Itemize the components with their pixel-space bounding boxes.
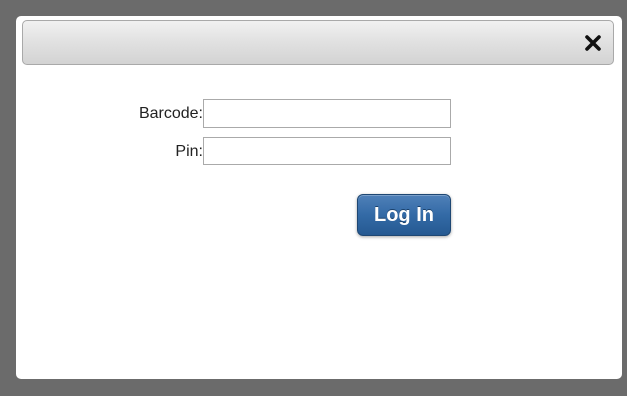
- barcode-input[interactable]: [203, 99, 451, 128]
- close-icon[interactable]: [583, 33, 603, 53]
- login-dialog: Barcode: Pin: Log In: [16, 16, 622, 379]
- login-button[interactable]: Log In: [357, 194, 451, 236]
- dialog-titlebar[interactable]: [22, 20, 614, 65]
- pin-input[interactable]: [203, 137, 451, 165]
- pin-label: Pin:: [175, 143, 203, 160]
- barcode-label: Barcode:: [138, 105, 203, 122]
